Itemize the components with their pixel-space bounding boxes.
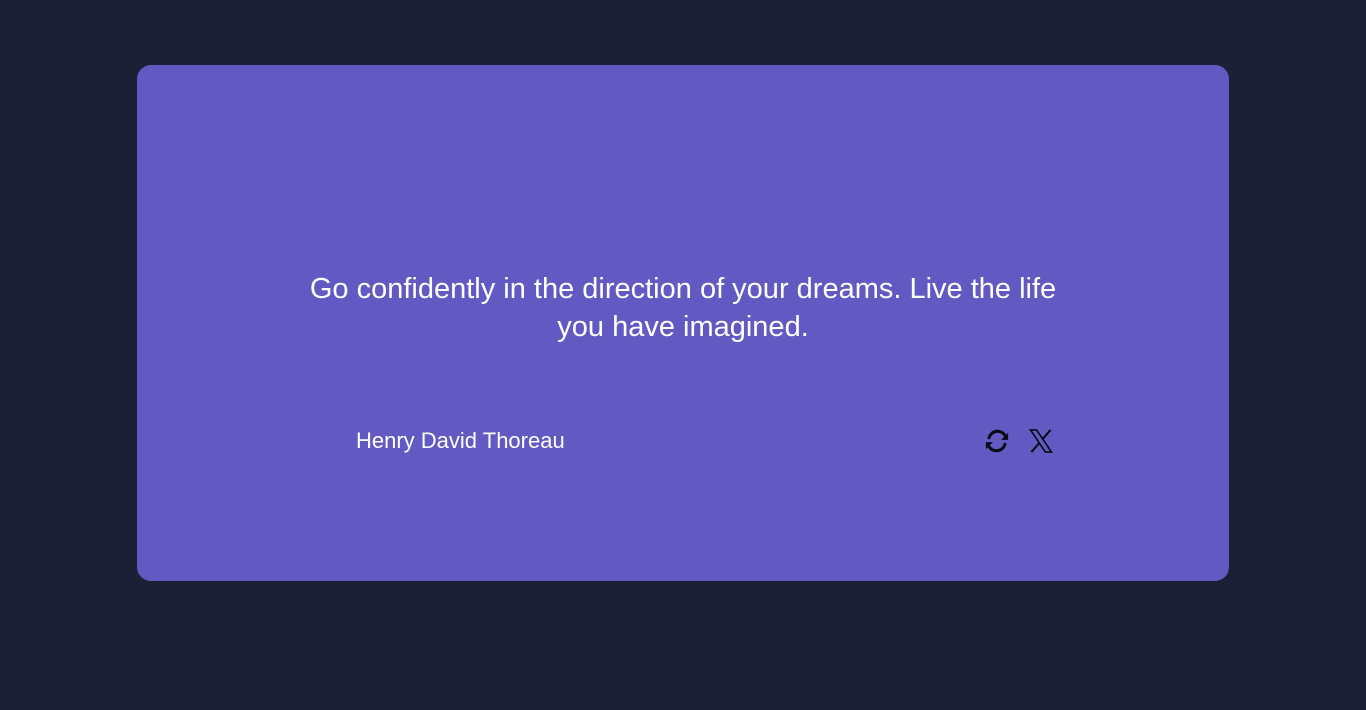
quote-actions xyxy=(981,425,1057,457)
quote-author: Henry David Thoreau xyxy=(356,428,565,453)
quote-card: Go confidently in the direction of your … xyxy=(137,65,1229,581)
refresh-icon xyxy=(983,427,1011,455)
new-quote-button[interactable] xyxy=(981,425,1013,457)
x-logo-icon xyxy=(1027,427,1055,455)
share-on-x-button[interactable] xyxy=(1025,425,1057,457)
quote-footer: Henry David Thoreau xyxy=(137,425,1229,457)
quote-text: Go confidently in the direction of your … xyxy=(309,273,1057,343)
